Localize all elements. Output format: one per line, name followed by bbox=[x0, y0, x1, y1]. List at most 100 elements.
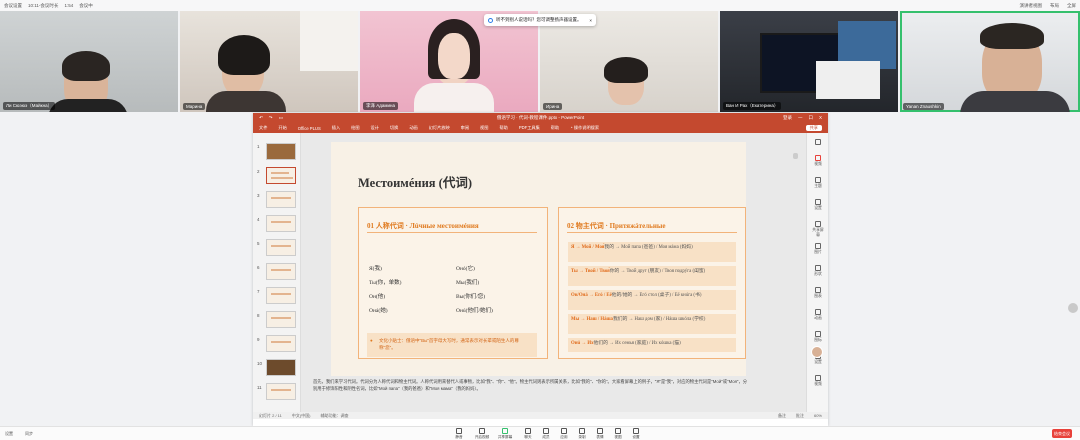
comments-toggle[interactable]: 批注 bbox=[796, 413, 804, 419]
thumb-line bbox=[271, 245, 291, 247]
minimize-button[interactable]: 一 bbox=[798, 115, 803, 121]
redo-icon[interactable]: ↷ bbox=[269, 115, 273, 121]
participant-body bbox=[206, 91, 286, 112]
meeting-time: 1:54 bbox=[64, 3, 74, 8]
speaker-view-button[interactable]: 演讲者视图 bbox=[1020, 3, 1043, 9]
zoom-level[interactable]: 60% bbox=[814, 413, 822, 418]
pronoun: Онá(她) bbox=[369, 308, 388, 314]
tab-home[interactable]: 开始 bbox=[278, 125, 286, 131]
video-tile[interactable]: Ли Сюэюэ（Майкна） bbox=[0, 11, 178, 112]
panel-button[interactable]: 图标 bbox=[811, 331, 825, 343]
participant-name: Ли Сюэюэ（Майкна） bbox=[3, 102, 56, 110]
tab-office-plus[interactable]: Office PLUS bbox=[298, 126, 321, 131]
login-link[interactable]: 登录 bbox=[783, 115, 792, 121]
notes-toggle[interactable]: 备注 bbox=[778, 413, 786, 419]
slide-thumbnail[interactable] bbox=[266, 311, 296, 328]
meeting-settings-label[interactable]: 会议设置 bbox=[4, 3, 22, 9]
panel-label: 形状 bbox=[814, 272, 822, 276]
tab-draw[interactable]: 绘图 bbox=[351, 125, 359, 131]
slide-thumbnail[interactable] bbox=[266, 191, 296, 208]
mute-button[interactable]: 静音 bbox=[449, 428, 469, 440]
undo-icon[interactable]: ↶ bbox=[259, 115, 263, 121]
video-tile[interactable]: Ирина bbox=[540, 11, 718, 112]
save-icon[interactable]: ▭ bbox=[279, 115, 283, 121]
panel-button[interactable]: 视频 bbox=[811, 155, 825, 167]
slide-thumbnail[interactable] bbox=[266, 335, 296, 352]
panel-button[interactable]: 主题 bbox=[811, 177, 825, 189]
video-button[interactable]: 开启视频 bbox=[472, 428, 492, 440]
panel-button[interactable]: 图表 bbox=[811, 287, 825, 299]
tab-view[interactable]: 视图 bbox=[480, 125, 488, 131]
slide-thumbnail[interactable] bbox=[266, 143, 296, 160]
video-tile[interactable]: 李泽 Адамина bbox=[360, 11, 538, 112]
share-screen-button[interactable]: 共享屏幕 bbox=[495, 428, 515, 440]
slide-thumbnail[interactable] bbox=[266, 215, 296, 232]
panel-button[interactable]: 动画 bbox=[811, 309, 825, 321]
panel-button[interactable]: 图片 bbox=[811, 243, 825, 255]
panel-icon[interactable] bbox=[811, 139, 825, 146]
maximize-button[interactable]: 口 bbox=[808, 115, 813, 121]
slide-thumbnail[interactable] bbox=[266, 287, 296, 304]
slide-thumbnail[interactable] bbox=[266, 383, 296, 400]
layout-button[interactable]: 布局 bbox=[1050, 3, 1059, 9]
tool-label: 设置 bbox=[632, 435, 640, 439]
speaker-notes[interactable]: 首先，我们来学习代词。代词分为人称代词和物主代词。人称代词用来替代人或事物，比如… bbox=[313, 379, 748, 392]
bottom-chip[interactable]: 设置 bbox=[5, 431, 13, 437]
current-slide[interactable]: Местоимéния (代词) 01 人称代词 · Лúчные местои… bbox=[331, 142, 746, 376]
slide-thumbnail[interactable] bbox=[266, 263, 296, 280]
card-title: 01 人称代词 · Лúчные местоимéния bbox=[367, 222, 479, 230]
tab-help[interactable]: 帮助 bbox=[499, 125, 507, 131]
tab-transitions[interactable]: 切换 bbox=[390, 125, 398, 131]
tab-file[interactable]: 文件 bbox=[259, 125, 267, 131]
meeting-top-bar: 会议设置 10:11-会议时长 1:54 会议中 演讲者视图 布局 全屏 bbox=[0, 0, 1080, 11]
participant-body bbox=[414, 83, 494, 112]
apps-button[interactable]: 应用 bbox=[554, 428, 574, 440]
self-avatar[interactable] bbox=[811, 346, 823, 358]
panel-button[interactable]: 形状 bbox=[811, 265, 825, 277]
slide-scrollbar[interactable] bbox=[793, 153, 798, 159]
tool-label: 应用 bbox=[560, 435, 568, 439]
designer-icon bbox=[815, 155, 821, 161]
thumb-line bbox=[271, 172, 289, 174]
view-button[interactable]: 视图 bbox=[608, 428, 628, 440]
tab-pdf-tools[interactable]: PDF工具集 bbox=[519, 125, 540, 131]
members-button[interactable]: 成员 bbox=[536, 428, 556, 440]
slide-thumbnail[interactable] bbox=[266, 167, 296, 184]
tell-me-search[interactable]: ◔ 操作说明搜索 bbox=[570, 125, 599, 131]
slide-thumbnail-pane: 1 2 3 4 5 6 7 8 9 10 11 bbox=[253, 133, 301, 419]
slide-thumbnail[interactable] bbox=[266, 359, 296, 376]
settings-icon bbox=[815, 199, 821, 205]
slide-thumbnail[interactable] bbox=[266, 239, 296, 256]
close-button[interactable]: X bbox=[819, 115, 822, 121]
pronoun: Ты(你，单数) bbox=[369, 280, 402, 286]
settings-button[interactable]: 设置 bbox=[626, 428, 646, 440]
panel-button[interactable]: 设置 bbox=[811, 199, 825, 211]
video-tile[interactable]: Марина bbox=[180, 11, 358, 112]
panel-label: 图片 bbox=[814, 250, 822, 254]
tab-design[interactable]: 设计 bbox=[371, 125, 379, 131]
fullscreen-button[interactable]: 全屏 bbox=[1067, 3, 1076, 9]
video-tile[interactable]: Ван И Рах（Екатерина） bbox=[720, 11, 898, 112]
video-icon bbox=[815, 375, 821, 381]
tab-review[interactable]: 审阅 bbox=[461, 125, 469, 131]
video-tile[interactable]: Yanan Znaushkin bbox=[900, 11, 1080, 112]
panel-button[interactable]: 视频 bbox=[811, 375, 825, 387]
record-button[interactable]: 录制 bbox=[572, 428, 592, 440]
end-meeting-button[interactable]: 结束会议 bbox=[1052, 429, 1072, 438]
tab-help-2[interactable]: 帮助 bbox=[551, 125, 559, 131]
tab-slideshow[interactable]: 幻灯片放映 bbox=[429, 125, 450, 131]
thumb-line bbox=[271, 221, 291, 223]
powerpoint-window: ↶ ↷ ▭ 俄语学习 · 代词-教程课件.pptx - PowerPoint 登… bbox=[253, 113, 828, 426]
panel-button[interactable]: 共享屏幕 bbox=[811, 221, 825, 238]
bottom-chip[interactable]: 同步 bbox=[25, 431, 33, 437]
participant-body bbox=[960, 91, 1070, 112]
reactions-button[interactable]: 表情 bbox=[590, 428, 610, 440]
accessibility-status[interactable]: 辅助功能：调查 bbox=[321, 413, 349, 419]
close-icon[interactable]: × bbox=[589, 18, 592, 23]
share-button[interactable]: 共享 bbox=[805, 125, 822, 131]
tab-animations[interactable]: 动画 bbox=[409, 125, 417, 131]
tab-insert[interactable]: 插入 bbox=[332, 125, 340, 131]
chat-button[interactable]: 聊天 bbox=[518, 428, 538, 440]
info-icon bbox=[488, 17, 493, 23]
thumb-line bbox=[271, 269, 291, 271]
